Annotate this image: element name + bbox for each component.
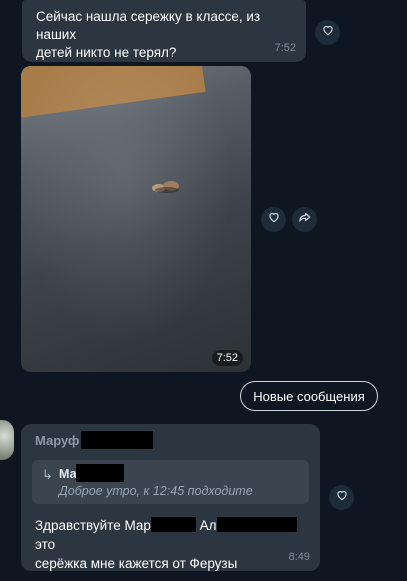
redaction-block bbox=[76, 464, 124, 482]
forward-icon bbox=[298, 210, 312, 229]
react-button[interactable] bbox=[329, 485, 354, 510]
react-button[interactable] bbox=[261, 207, 286, 232]
photo-message[interactable]: 7:52 bbox=[21, 66, 251, 372]
reply-arrow-icon: ↳ bbox=[42, 467, 53, 482]
message-text-part: Здравствуйте Мар bbox=[35, 518, 151, 533]
new-messages-button[interactable]: Новые сообщения bbox=[240, 381, 378, 411]
forward-button[interactable] bbox=[292, 207, 317, 232]
message-time: 8:49 bbox=[288, 551, 310, 563]
sender-name[interactable]: Маруф bbox=[35, 433, 79, 448]
heart-icon bbox=[267, 210, 281, 229]
photo-time: 7:52 bbox=[211, 350, 243, 366]
reply-quote[interactable]: ↳ Ма Доброе утро, к 12:45 подходите bbox=[32, 460, 309, 504]
message-text-part: это bbox=[35, 537, 56, 552]
message-bubble[interactable]: Маруф ↳ Ма Доброе утро, к 12:45 подходит… bbox=[21, 424, 320, 571]
message-text-line: серёжка мне кажется от Ферузы bbox=[35, 556, 238, 571]
redaction-block bbox=[81, 431, 153, 449]
message-time: 7:52 bbox=[274, 42, 296, 54]
reply-text: Доброе утро, к 12:45 подходите bbox=[59, 484, 253, 498]
message-bubble[interactable]: Сейчас нашла сережку в классе, из наших … bbox=[22, 0, 306, 62]
react-button[interactable] bbox=[315, 20, 340, 45]
heart-icon bbox=[321, 23, 335, 42]
avatar[interactable] bbox=[0, 420, 14, 460]
message-text-part: Ал bbox=[199, 518, 217, 533]
reply-author: Ма bbox=[59, 467, 77, 481]
message-text: Сейчас нашла сережку в классе, из наших … bbox=[36, 9, 261, 60]
earring-image bbox=[152, 181, 179, 193]
redaction-block bbox=[216, 517, 297, 532]
photo-glare bbox=[21, 66, 251, 372]
message-text: Здравствуйте Мар Ал это серёжка мне кажет… bbox=[35, 516, 305, 573]
heart-icon bbox=[335, 488, 349, 507]
redaction-block bbox=[150, 517, 196, 532]
